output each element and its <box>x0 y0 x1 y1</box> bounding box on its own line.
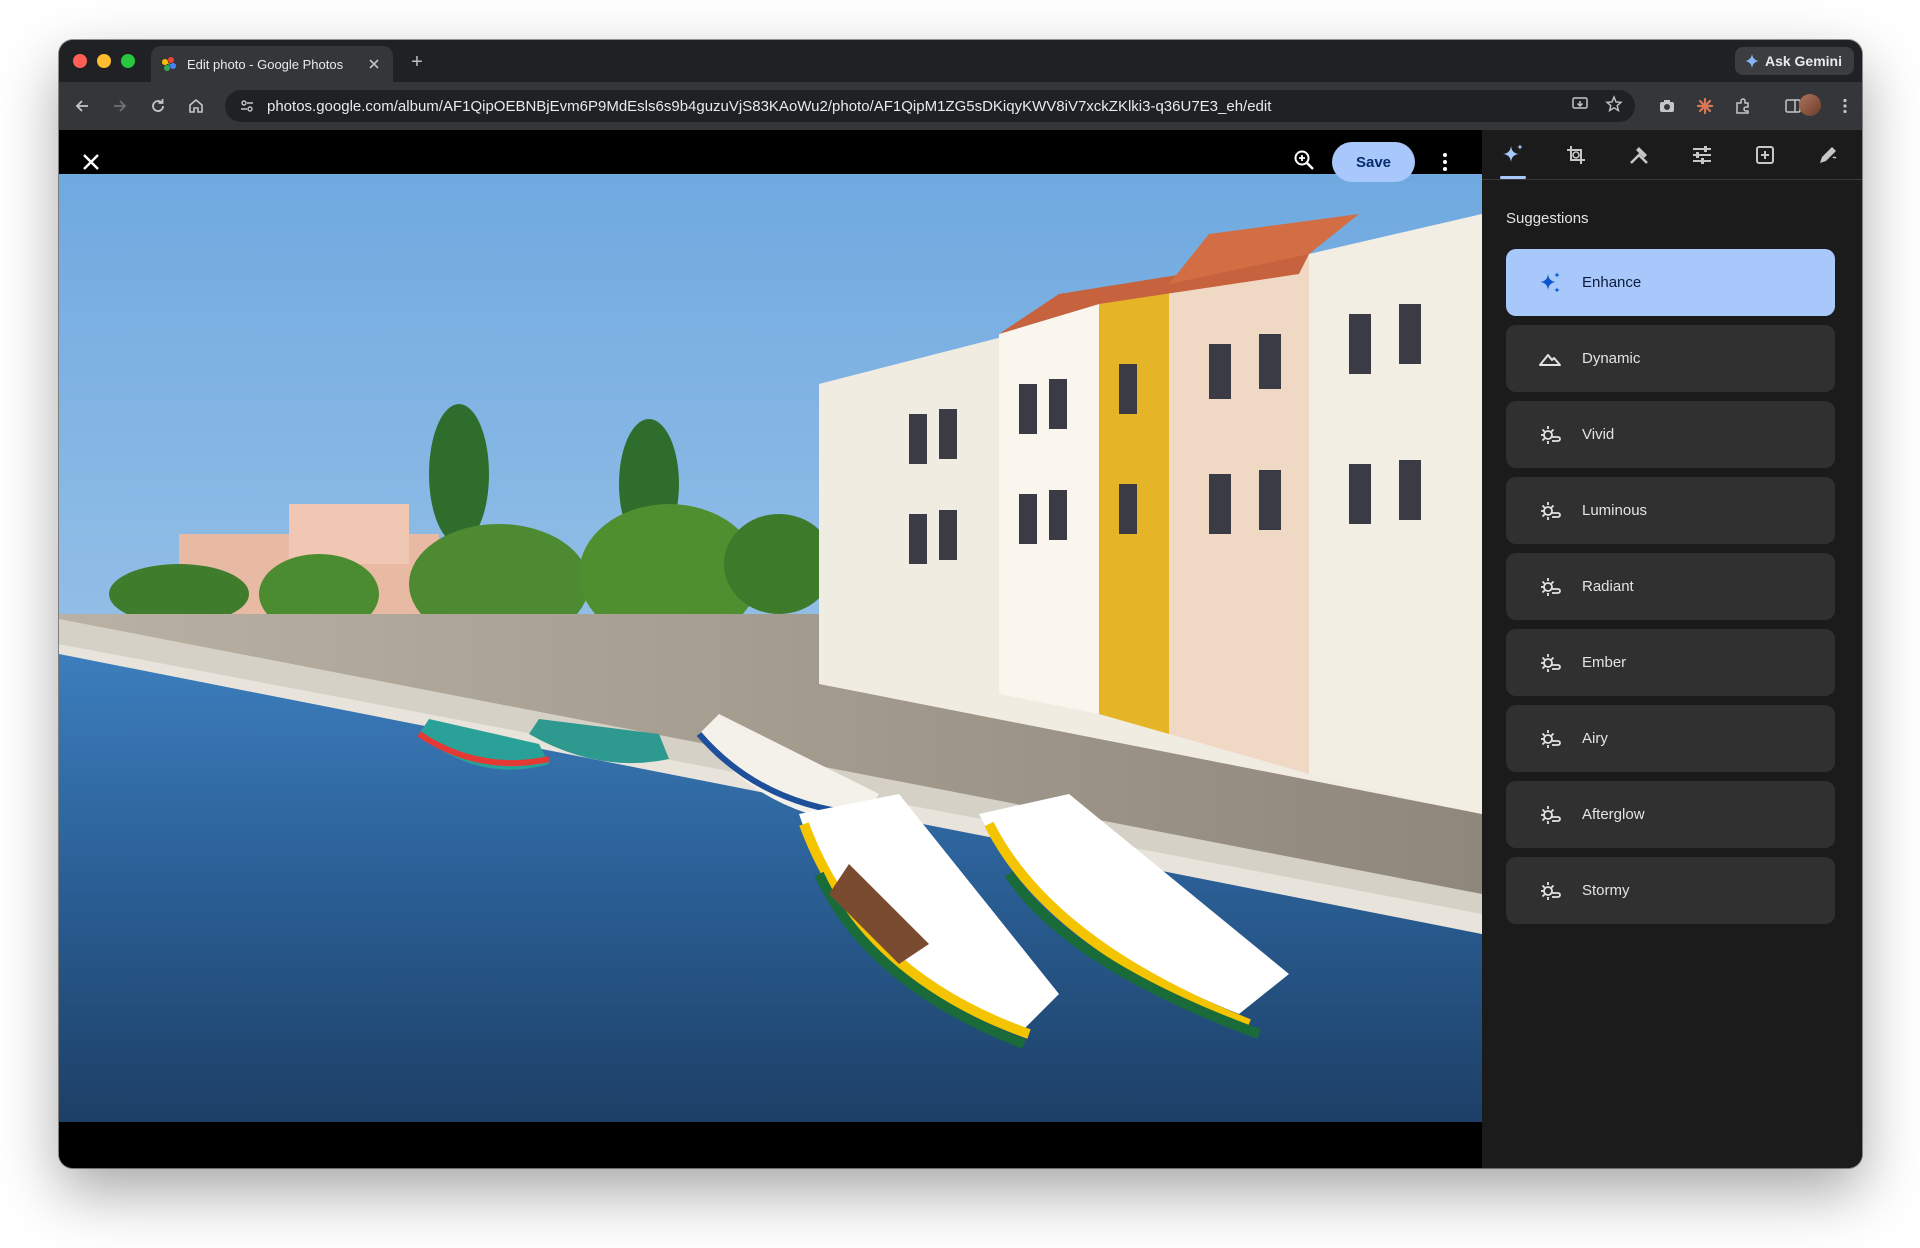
sun-cloud-icon <box>1538 651 1562 675</box>
sun-cloud-icon <box>1538 575 1562 599</box>
photo-area: Save <box>59 130 1482 1168</box>
home-icon[interactable] <box>184 94 208 118</box>
maximize-window-button[interactable] <box>121 54 135 68</box>
tab-suggestions-sparkle-icon[interactable] <box>1500 142 1526 168</box>
sun-cloud-icon <box>1538 727 1562 751</box>
close-window-button[interactable] <box>73 54 87 68</box>
site-info-icon[interactable] <box>237 96 257 116</box>
suggestion-airy[interactable]: Airy <box>1506 705 1835 772</box>
suggestion-label: Radiant <box>1582 578 1634 595</box>
tab-title: Edit photo - Google Photos <box>187 56 344 72</box>
sparkle-icon <box>1538 271 1562 295</box>
install-app-icon[interactable] <box>1571 95 1589 117</box>
sun-cloud-icon <box>1538 879 1562 903</box>
suggestion-ember[interactable]: Ember <box>1506 629 1835 696</box>
extensions-puzzle-icon[interactable] <box>1731 94 1755 118</box>
sun-cloud-icon <box>1538 423 1562 447</box>
suggestion-label: Airy <box>1582 730 1608 747</box>
gemini-icon <box>1744 54 1759 68</box>
suggestion-label: Dynamic <box>1582 350 1641 367</box>
reload-icon[interactable] <box>146 94 170 118</box>
new-tab-button[interactable]: + <box>405 50 429 74</box>
browser-toolbar: photos.google.com/album/AF1QipOEBNBjEvm6… <box>59 82 1862 130</box>
suggestion-label: Enhance <box>1582 274 1642 291</box>
suggestion-enhance[interactable]: Enhance <box>1506 249 1835 316</box>
photos-editor: Save Suggestions Enhance Dynamic Vivid L… <box>59 130 1862 1168</box>
tab-strip: Edit photo - Google Photos + Ask Gemini <box>59 40 1862 82</box>
profile-avatar[interactable] <box>1799 94 1821 116</box>
minimize-window-button[interactable] <box>97 54 111 68</box>
edit-tool-tabs <box>1482 130 1862 180</box>
tab-close-icon[interactable] <box>365 55 383 73</box>
save-button[interactable]: Save <box>1332 142 1415 182</box>
suggestion-stormy[interactable]: Stormy <box>1506 857 1835 924</box>
suggestion-label: Afterglow <box>1582 806 1645 823</box>
more-options-icon[interactable] <box>1433 150 1457 174</box>
suggestion-label: Vivid <box>1582 426 1615 443</box>
suggestions-list: Enhance Dynamic Vivid Luminous Radiant E… <box>1506 249 1835 933</box>
suggestion-label: Luminous <box>1582 502 1648 519</box>
sun-cloud-icon <box>1538 803 1562 827</box>
suggestion-vivid[interactable]: Vivid <box>1506 401 1835 468</box>
ask-gemini-label: Ask Gemini <box>1764 53 1842 69</box>
suggestion-luminous[interactable]: Luminous <box>1506 477 1835 544</box>
suggestion-radiant[interactable]: Radiant <box>1506 553 1835 620</box>
edit-side-panel: Suggestions Enhance Dynamic Vivid Lumino… <box>1482 130 1862 1168</box>
claude-extension-icon[interactable] <box>1693 94 1717 118</box>
ask-gemini-button[interactable]: Ask Gemini <box>1734 47 1854 75</box>
bookmark-star-icon[interactable] <box>1605 95 1623 117</box>
tab-crop-rotate-icon[interactable] <box>1563 142 1589 168</box>
tab-tools-icon[interactable] <box>1626 142 1652 168</box>
active-tab-indicator <box>1500 176 1526 179</box>
photo-image <box>59 174 1482 1122</box>
zoom-in-icon[interactable] <box>1292 148 1318 174</box>
tab-adjust-sliders-icon[interactable] <box>1689 142 1715 168</box>
address-bar[interactable]: photos.google.com/album/AF1QipOEBNBjEvm6… <box>225 90 1635 122</box>
browser-window: Edit photo - Google Photos + Ask Gemini <box>59 40 1862 1168</box>
suggestion-label: Stormy <box>1582 882 1630 899</box>
suggestion-afterglow[interactable]: Afterglow <box>1506 781 1835 848</box>
close-editor-icon[interactable] <box>79 150 103 174</box>
suggestions-heading: Suggestions <box>1506 210 1589 227</box>
suggestion-dynamic[interactable]: Dynamic <box>1506 325 1835 392</box>
sun-cloud-icon <box>1538 499 1562 523</box>
mountain-icon <box>1538 347 1562 371</box>
tab-markup-icon[interactable] <box>1815 142 1841 168</box>
forward-icon[interactable] <box>108 94 132 118</box>
url-text: photos.google.com/album/AF1QipOEBNBjEvm6… <box>267 97 1272 115</box>
google-photos-icon <box>162 57 176 71</box>
tab-filters-icon[interactable] <box>1752 142 1778 168</box>
photo-canvas[interactable] <box>59 174 1482 1122</box>
back-icon[interactable] <box>70 94 94 118</box>
suggestion-label: Ember <box>1582 654 1627 671</box>
camera-extension-icon[interactable] <box>1655 94 1679 118</box>
browser-tab[interactable]: Edit photo - Google Photos <box>151 46 393 82</box>
browser-menu-icon[interactable] <box>1833 94 1857 118</box>
